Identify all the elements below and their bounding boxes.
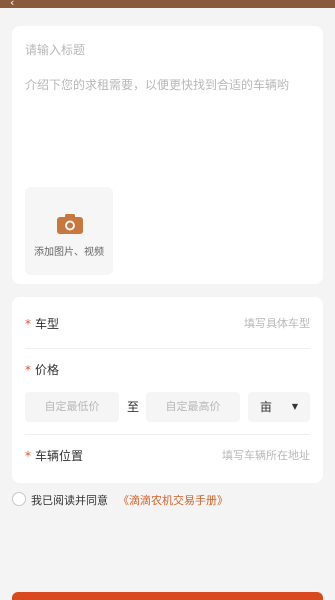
price-row: * 价格 [25,361,310,381]
price-text: 价格 [35,363,60,377]
submit-button[interactable] [12,592,323,600]
camera-icon [57,214,83,234]
required-mark: * [25,449,31,463]
add-media-button[interactable]: 添加图片、视频 [25,187,113,275]
location-label: * 车辆位置 [25,447,83,464]
max-price-input[interactable]: 自定最高价 [146,392,240,422]
vehicle-type-text: 车型 [35,317,60,331]
required-mark: * [25,317,31,331]
divider [25,434,310,435]
back-arrow-icon[interactable]: ‹ [10,0,14,9]
price-to-label: 至 [127,400,140,414]
divider [25,348,310,349]
min-price-input[interactable]: 自定最低价 [25,392,119,422]
price-unit-select[interactable]: 亩 ▼ [248,392,310,422]
location-row[interactable]: * 车辆位置 填写车辆所在地址 [25,447,310,467]
agreement-text: 我已阅读并同意 [31,494,108,507]
post-content-card: 添加图片、视频 [12,26,323,284]
price-unit-value: 亩 [260,400,273,414]
required-mark: * [25,363,31,377]
location-input[interactable]: 填写车辆所在地址 [222,447,310,463]
price-label: * 价格 [25,361,59,378]
description-textarea[interactable] [25,76,315,176]
vehicle-type-label: * 车型 [25,315,59,332]
caret-down-icon: ▼ [291,402,298,411]
add-media-label: 添加图片、视频 [34,247,104,258]
vehicle-type-input[interactable]: 填写具体车型 [244,315,310,331]
agreement-link[interactable]: 《滴滴农机交易手册》 [118,492,228,508]
title-input[interactable] [25,39,310,61]
vehicle-type-row[interactable]: * 车型 填写具体车型 [25,315,310,335]
vehicle-details-card: * 车型 填写具体车型 * 价格 自定最低价 至 自定最高价 亩 ▼ * 车辆位置 填… [12,297,323,483]
header-bar: ‹ [0,0,335,9]
location-text: 车辆位置 [35,449,84,463]
agreement-radio[interactable] [12,492,26,506]
